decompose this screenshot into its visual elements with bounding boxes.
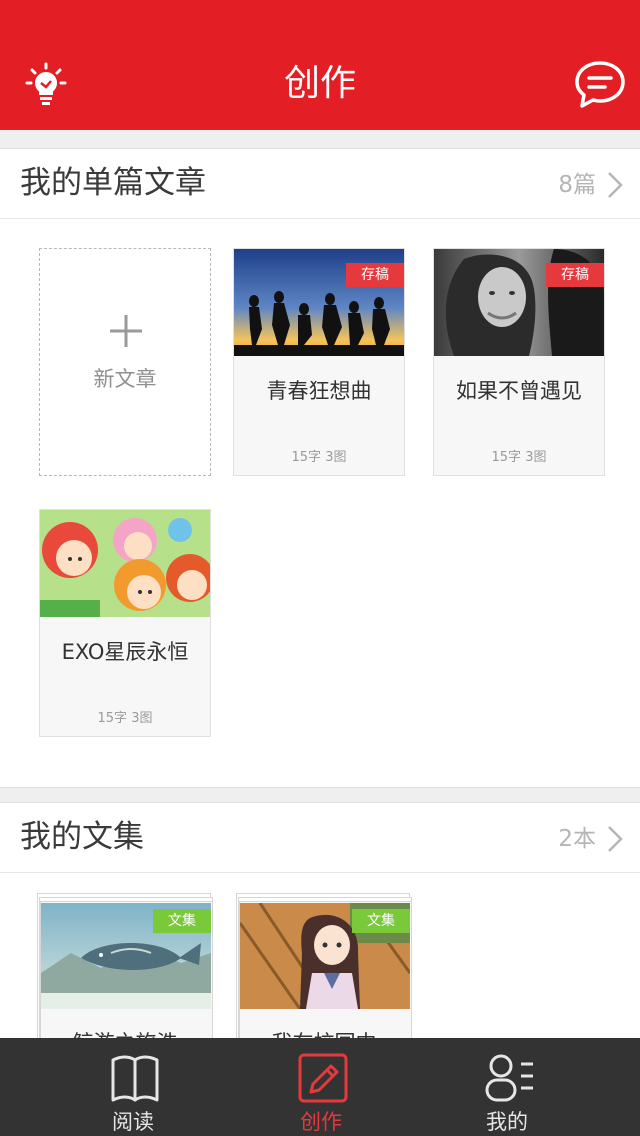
articles-section: 我的单篇文章 8篇 新文章 存稿 青春狂想曲 15字 3图 存稿 如果不曾遇见 … — [0, 148, 640, 788]
article-meta: 15字 3图 — [491, 450, 547, 465]
collection-card[interactable]: 文集 我在校园中 — [236, 893, 412, 1061]
article-thumbnail — [40, 510, 210, 617]
tab-read[interactable]: 阅读 — [73, 1038, 193, 1136]
collections-section: 我的文集 2本 文集 鲸游之旅浩 — [0, 802, 640, 1061]
article-title: EXO星辰永恒 — [61, 640, 189, 664]
collections-count: 2本 — [558, 826, 596, 852]
page-title: 创作 — [283, 63, 356, 104]
chevron-right-icon — [608, 826, 623, 852]
article-meta: 15字 3图 — [291, 450, 347, 465]
article-title: 如果不曾遇见 — [456, 379, 582, 403]
draft-badge: 存稿 — [346, 263, 404, 287]
draft-badge: 存稿 — [546, 263, 604, 287]
article-title: 青春狂想曲 — [266, 379, 372, 403]
articles-section-header[interactable]: 我的单篇文章 8篇 — [0, 149, 640, 219]
bottom-tab-bar: 阅读 创作 我的 — [0, 1038, 640, 1136]
new-article-label: 新文章 — [93, 367, 157, 391]
tab-create[interactable]: 创作 — [261, 1038, 381, 1136]
new-article-button[interactable]: 新文章 — [39, 248, 211, 476]
collection-badge: 文集 — [352, 909, 410, 933]
profile-list-icon — [485, 1054, 533, 1102]
collections-section-title: 我的文集 — [20, 819, 144, 855]
article-card[interactable]: EXO星辰永恒 15字 3图 — [39, 509, 211, 737]
article-card[interactable]: 存稿 青春狂想曲 15字 3图 — [233, 248, 405, 476]
articles-section-title: 我的单篇文章 — [20, 165, 206, 201]
tab-create-label: 创作 — [300, 1110, 342, 1134]
tab-mine[interactable]: 我的 — [447, 1038, 567, 1136]
collections-section-header[interactable]: 我的文集 2本 — [0, 803, 640, 873]
book-icon — [111, 1055, 159, 1102]
pencil-edit-icon — [298, 1053, 348, 1103]
collection-card[interactable]: 文集 鲸游之旅浩 — [37, 893, 213, 1061]
tab-mine-label: 我的 — [486, 1110, 528, 1134]
article-meta: 15字 3图 — [97, 711, 153, 726]
chevron-right-icon — [608, 172, 623, 198]
collection-badge: 文集 — [153, 909, 211, 933]
message-bubble-icon[interactable] — [574, 60, 626, 110]
articles-count: 8篇 — [558, 172, 596, 198]
tab-read-label: 阅读 — [112, 1110, 154, 1134]
article-card[interactable]: 存稿 如果不曾遇见 15字 3图 — [433, 248, 605, 476]
plus-icon — [110, 315, 142, 347]
top-header: 创作 — [0, 0, 640, 130]
